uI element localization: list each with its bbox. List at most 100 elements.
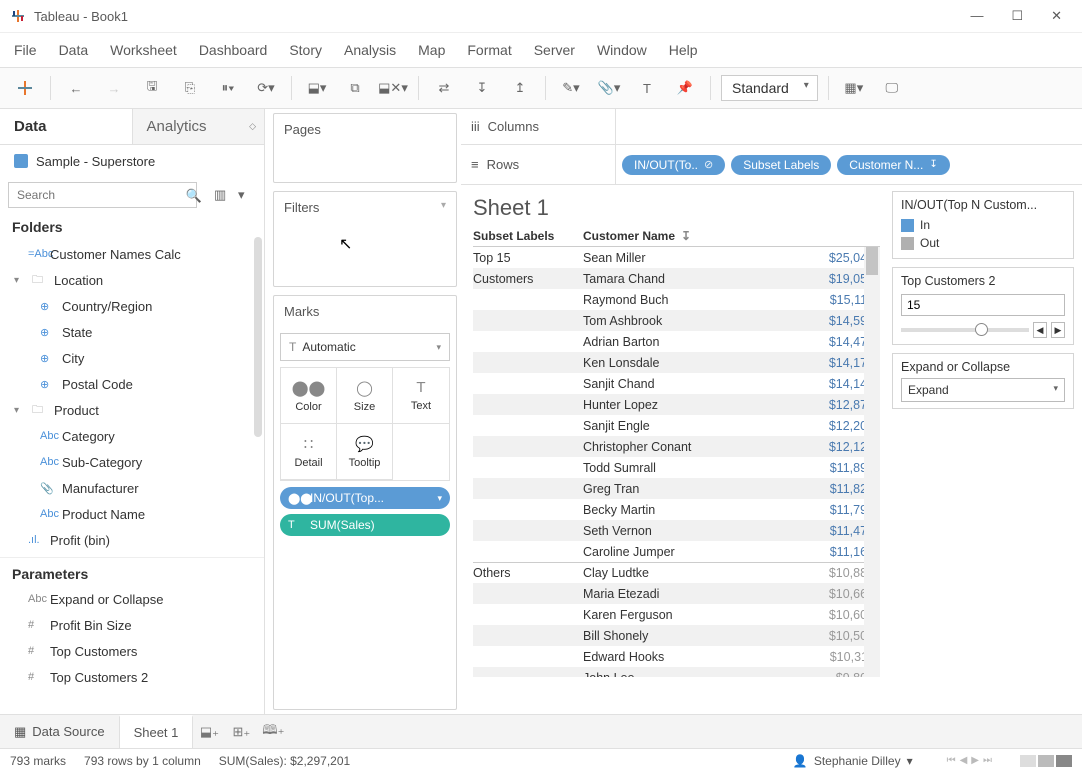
table-row[interactable]: Christopher Conant$12,129 <box>473 436 880 457</box>
field-product-name[interactable]: AbcProduct Name <box>0 501 264 527</box>
nav-last-icon[interactable]: ⏭ <box>983 755 992 766</box>
table-row[interactable]: Adrian Barton$14,474 <box>473 331 880 352</box>
marks-type-selector[interactable]: TAutomatic <box>280 333 450 361</box>
marks-size[interactable]: ◯Size <box>337 368 393 424</box>
table-row[interactable]: Seth Vernon$11,471 <box>473 520 880 541</box>
columns-shelf[interactable]: iiiColumns <box>461 109 1082 145</box>
topn-input[interactable] <box>901 294 1065 316</box>
datasource-row[interactable]: Sample - Superstore <box>0 145 264 177</box>
table-row[interactable]: Sanjit Engle$12,209 <box>473 415 880 436</box>
clear-button[interactable]: ⬓✕▾ <box>378 73 408 103</box>
menu-format[interactable]: Format <box>467 42 511 58</box>
row-pill-customer[interactable]: Customer N...↧ <box>837 155 949 175</box>
param-top-customers[interactable]: #Top Customers <box>0 638 264 664</box>
menu-help[interactable]: Help <box>669 42 698 58</box>
folder-location[interactable]: ▾🗀Location <box>0 267 264 293</box>
tab-sheet-1[interactable]: Sheet 1 <box>119 715 194 748</box>
menu-analysis[interactable]: Analysis <box>344 42 396 58</box>
pill-sum-sales[interactable]: TSUM(Sales) <box>280 514 450 536</box>
tab-data[interactable]: Data <box>0 109 132 144</box>
table-row[interactable]: John Lee$9,800 <box>473 667 880 677</box>
field-state[interactable]: ⊕State <box>0 319 264 345</box>
header-subset[interactable]: Subset Labels <box>473 229 583 243</box>
table-row[interactable]: Sanjit Chand$14,142 <box>473 373 880 394</box>
header-customer[interactable]: Customer Name <box>583 229 675 243</box>
menu-dashboard[interactable]: Dashboard <box>199 42 268 58</box>
new-datasource-button[interactable]: ⎘ <box>175 73 205 103</box>
pause-button[interactable]: ⏸▾ <box>213 73 243 103</box>
slider-knob[interactable] <box>975 323 988 336</box>
tab-data-source[interactable]: ▦Data Source <box>0 715 119 748</box>
field-city[interactable]: ⊕City <box>0 345 264 371</box>
group-button[interactable]: 📎▾ <box>594 73 624 103</box>
table-row[interactable]: Maria Etezadi$10,664 <box>473 583 880 604</box>
nav-first-icon[interactable]: ⏮ <box>947 755 956 766</box>
pin-button[interactable]: 📌 <box>670 73 700 103</box>
expand-select[interactable]: Expand <box>901 378 1065 402</box>
slider-right-button[interactable]: ▶ <box>1051 322 1065 338</box>
forward-button[interactable]: → <box>99 73 129 103</box>
back-button[interactable]: ← <box>61 73 91 103</box>
save-button[interactable]: 🖫 <box>137 73 167 103</box>
view-single-icon[interactable] <box>1056 755 1072 767</box>
menu-map[interactable]: Map <box>418 42 445 58</box>
param-expand-collapse[interactable]: AbcExpand or Collapse <box>0 586 264 612</box>
remove-pill-icon[interactable]: ⊘ <box>704 158 713 171</box>
rows-shelf[interactable]: ≡Rows IN/OUT(To..⊘ Subset Labels Custome… <box>461 145 1082 185</box>
pill-inout[interactable]: ⬤⬤IN/OUT(Top...▾ <box>280 487 450 509</box>
menu-server[interactable]: Server <box>534 42 575 58</box>
row-pill-subset[interactable]: Subset Labels <box>731 155 831 175</box>
table-row[interactable]: CustomersTamara Chand$19,052 <box>473 268 880 289</box>
field-country-region[interactable]: ⊕Country/Region <box>0 293 264 319</box>
topn-slider[interactable] <box>901 328 1029 332</box>
tab-analytics[interactable]: Analytics◇ <box>132 109 265 144</box>
field-manufacturer[interactable]: 📎Manufacturer <box>0 475 264 501</box>
field-customer-names-calc[interactable]: =AbcCustomer Names Calc <box>0 241 264 267</box>
fit-selector[interactable]: Standard <box>721 75 818 101</box>
scrollbar-thumb[interactable] <box>254 237 262 437</box>
nav-prev-icon[interactable]: ◀ <box>960 755 968 766</box>
marks-color[interactable]: ⬤⬤Color <box>281 368 337 424</box>
swap-button[interactable]: ⇄ <box>429 73 459 103</box>
totals-button[interactable]: T <box>632 73 662 103</box>
filters-shelf[interactable]: Filters▾ ↖ <box>273 191 457 287</box>
field-category[interactable]: AbcCategory <box>0 423 264 449</box>
menu-file[interactable]: File <box>14 42 37 58</box>
param-top-customers-2[interactable]: #Top Customers 2 <box>0 664 264 690</box>
new-worksheet-button[interactable]: ⬓▾ <box>302 73 332 103</box>
folder-product[interactable]: ▾🗀Product <box>0 397 264 423</box>
view-grid-icon[interactable] <box>1020 755 1036 767</box>
sort-desc-button[interactable]: ↥ <box>505 73 535 103</box>
legend-in[interactable]: In <box>901 216 1065 234</box>
table-row[interactable]: OthersClay Ludtke$10,881 <box>473 562 880 583</box>
nav-next-icon[interactable]: ▶ <box>971 755 979 766</box>
minimize-icon[interactable]: — <box>970 8 983 24</box>
view-filmstrip-icon[interactable] <box>1038 755 1054 767</box>
presentation-button[interactable]: 🖵 <box>877 73 907 103</box>
table-row[interactable]: Greg Tran$11,820 <box>473 478 880 499</box>
maximize-icon[interactable]: ☐ <box>1011 8 1023 24</box>
sort-indicator-icon[interactable]: ↧ <box>681 229 691 243</box>
new-dashboard-tab[interactable]: ⊞₊ <box>225 724 257 740</box>
scrollbar-thumb[interactable] <box>866 247 878 275</box>
row-pill-inout[interactable]: IN/OUT(To..⊘ <box>622 155 725 175</box>
table-row[interactable]: Caroline Jumper$11,165 <box>473 541 880 562</box>
slider-left-button[interactable]: ◀ <box>1033 322 1047 338</box>
table-row[interactable]: Todd Sumrall$11,892 <box>473 457 880 478</box>
table-row[interactable]: Karen Ferguson$10,604 <box>473 604 880 625</box>
field-profit-bin[interactable]: .ıl.Profit (bin) <box>0 527 264 553</box>
close-icon[interactable]: ✕ <box>1051 8 1062 24</box>
table-row[interactable]: Hunter Lopez$12,873 <box>473 394 880 415</box>
table-row[interactable]: Tom Ashbrook$14,596 <box>473 310 880 331</box>
sheet-title[interactable]: Sheet 1 <box>473 195 880 221</box>
table-scrollbar[interactable] <box>864 247 880 677</box>
table-row[interactable]: Top 15Sean Miller$25,043 <box>473 247 880 268</box>
table-row[interactable]: Ken Lonsdale$14,175 <box>473 352 880 373</box>
pages-shelf[interactable]: Pages <box>273 113 457 183</box>
marks-text[interactable]: TText <box>393 368 449 424</box>
menu-data[interactable]: Data <box>59 42 89 58</box>
view-toggle-icon[interactable]: ▥ <box>214 187 232 203</box>
sort-asc-button[interactable]: ↧ <box>467 73 497 103</box>
highlight-button[interactable]: ✎▾ <box>556 73 586 103</box>
new-worksheet-tab[interactable]: ⬓₊ <box>193 724 225 740</box>
